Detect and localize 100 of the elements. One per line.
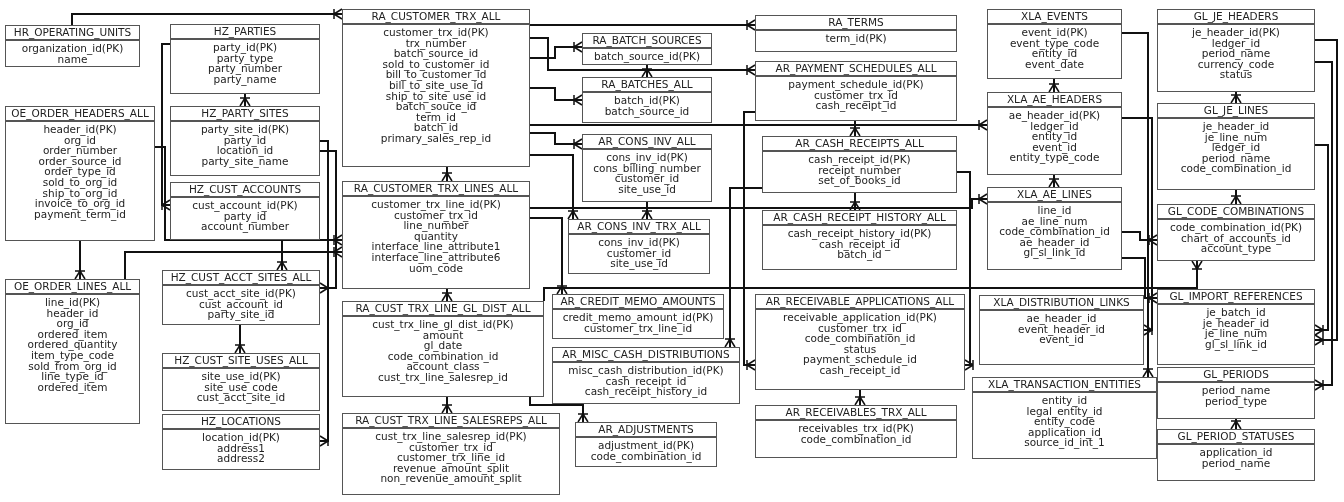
field-name: cust_trx_line_gl_dist_id(PK)	[372, 319, 514, 330]
field-name: ship_to_site_use_id	[385, 90, 487, 102]
field-name: header_id(PK)	[43, 124, 117, 135]
field-name: customer_trx_line_id(PK)	[371, 199, 501, 210]
field-name: event_header_id	[1018, 323, 1105, 335]
field-name: order_source_id	[38, 155, 122, 167]
table-title: AR_CASH_RECEIPT_HISTORY_ALL	[763, 211, 956, 226]
field-name: line_id(PK)	[44, 297, 101, 308]
table-title: RA_BATCH_SOURCES	[583, 34, 711, 49]
field-name: period_name	[1201, 385, 1271, 396]
field-name: batch_id	[837, 249, 882, 260]
field-name: bill_to_customer_id	[385, 69, 487, 80]
field-name: order_type_id	[44, 166, 116, 177]
field-name: cash_receipt_history_id(PK)	[787, 228, 932, 239]
table-title: RA_TERMS	[756, 16, 956, 31]
field-name: trx_number	[405, 37, 467, 49]
field-name: uom_code	[409, 262, 463, 274]
field-name: status	[843, 343, 877, 355]
connector-line	[74, 240, 86, 280]
field-name: site_use_id(PK)	[201, 371, 281, 382]
field-name: je_batch_id	[1206, 307, 1266, 318]
field-name: party_site_id(PK)	[200, 124, 290, 135]
table-title: XLA_DISTRIBUTION_LINKS	[980, 296, 1143, 311]
field-name: invoice_to_org_id	[34, 198, 126, 209]
field-name: ae_header_id(PK)	[1008, 110, 1101, 121]
field-name: party_site_name	[201, 155, 289, 167]
table-title: GL_PERIOD_STATUSES	[1158, 430, 1314, 445]
table-title: GL_JE_HEADERS	[1158, 10, 1314, 25]
field-name: ledger_id	[1211, 37, 1261, 49]
field-name: receivable_application_id(PK)	[783, 312, 937, 323]
field-name: customer_trx_id(PK)	[383, 27, 489, 38]
table-title: AR_RECEIVABLES_TRX_ALL	[756, 406, 956, 421]
field-name: code_combination_id(PK)	[1170, 222, 1302, 233]
field-name: line_number	[403, 220, 469, 231]
field-name: line_id	[1037, 205, 1072, 216]
field-name: adjustment_id(PK)	[598, 440, 694, 451]
field-name: ledger_id	[1030, 120, 1079, 132]
field-name: customer_trx_line_id	[583, 322, 693, 334]
table-title: AR_CREDIT_MEMO_AMOUNTS	[553, 295, 723, 310]
table-title: XLA_AE_HEADERS	[988, 93, 1121, 108]
table-title: HR_OPERATING_UNITS	[6, 26, 139, 41]
field-name: je_header_id(PK)	[1192, 27, 1280, 38]
field-name: org_id	[56, 318, 89, 329]
table-title: AR_CONS_INV_ALL	[583, 135, 711, 150]
table-title: GL_IMPORT_REFERENCES	[1158, 290, 1314, 305]
table-title: OE_ORDER_LINES_ALL	[6, 280, 139, 295]
table-title: HZ_CUST_SITE_USES_ALL	[163, 354, 319, 369]
field-name: receivables_trx_id(PK)	[798, 423, 914, 434]
field-name: organization_id(PK)	[21, 43, 124, 54]
table-title: HZ_LOCATIONS	[163, 415, 319, 430]
field-name: period_type	[1204, 395, 1268, 407]
field-name: set_of_books_id	[818, 175, 901, 186]
field-name: cash_receipt_id	[819, 364, 901, 376]
field-name: name	[57, 53, 88, 65]
field-name: account_type	[1200, 243, 1272, 254]
table-title: RA_BATCHES_ALL	[583, 78, 711, 93]
field-name: cash_receipt_id	[605, 375, 687, 387]
field-name: site_use_id	[618, 183, 676, 195]
field-name: cash_receipt_id(PK)	[808, 154, 911, 165]
table-title: AR_ADJUSTMENTS	[576, 423, 716, 438]
field-name: bill_to_site_use_id	[388, 79, 484, 91]
field-name: batch_id(PK)	[614, 95, 680, 106]
field-name: revenue_amount_split	[392, 462, 510, 474]
field-name: ae_header_id	[1026, 313, 1097, 324]
field-name: party_id	[223, 210, 267, 222]
table-title: XLA_AE_LINES	[988, 188, 1121, 203]
field-name: cust_account_id(PK)	[192, 200, 298, 211]
field-name: cust_trx_line_salesrep_id(PK)	[375, 431, 527, 442]
table-title: RA_CUSTOMER_TRX_LINES_ALL	[343, 182, 529, 197]
table-title: GL_CODE_COMBINATIONS	[1158, 205, 1314, 220]
field-name: account_number	[200, 221, 290, 232]
field-name: ledger_id	[1211, 142, 1261, 153]
field-name: amount	[422, 329, 464, 341]
field-name: application_id	[1199, 447, 1273, 458]
field-name: party_site_id	[207, 309, 275, 320]
field-name: ordered_quantity	[27, 339, 118, 350]
table-title: HZ_CUST_ACCT_SITES_ALL	[163, 271, 319, 286]
field-name: party_id(PK)	[213, 42, 277, 53]
table-title: AR_CONS_INV_TRX_ALL	[569, 220, 709, 235]
table-title: HZ_PARTY_SITES	[171, 107, 319, 122]
table-title: XLA_EVENTS	[988, 10, 1121, 25]
field-name: event_id	[1039, 334, 1084, 345]
field-name: customer_id	[614, 173, 680, 184]
field-name: period_name	[1201, 48, 1271, 59]
field-name: sold_to_customer_id	[382, 58, 490, 70]
table-title: RA_CUST_TRX_LINE_GL_DIST_ALL	[343, 302, 543, 317]
field-name: quantity	[414, 230, 458, 242]
field-name: entity_code	[1033, 416, 1096, 427]
field-name: term_id(PK)	[825, 33, 887, 44]
table-title: RA_CUSTOMER_TRX_ALL	[343, 10, 529, 25]
field-name: gl_sl_link_id	[1023, 247, 1086, 258]
field-name: site_use_id	[610, 258, 668, 269]
table-title: HZ_CUST_ACCOUNTS	[171, 183, 319, 198]
connector-line	[529, 87, 583, 106]
field-name: code_combination_id	[1180, 163, 1292, 174]
table-title: AR_PAYMENT_SCHEDULES_ALL	[756, 62, 956, 77]
field-name: cash_receipt_history_id	[584, 386, 708, 397]
field-name: batch_source_id	[393, 48, 479, 59]
table-title: GL_JE_LINES	[1158, 104, 1314, 119]
field-name: code_combination_id	[999, 226, 1110, 237]
